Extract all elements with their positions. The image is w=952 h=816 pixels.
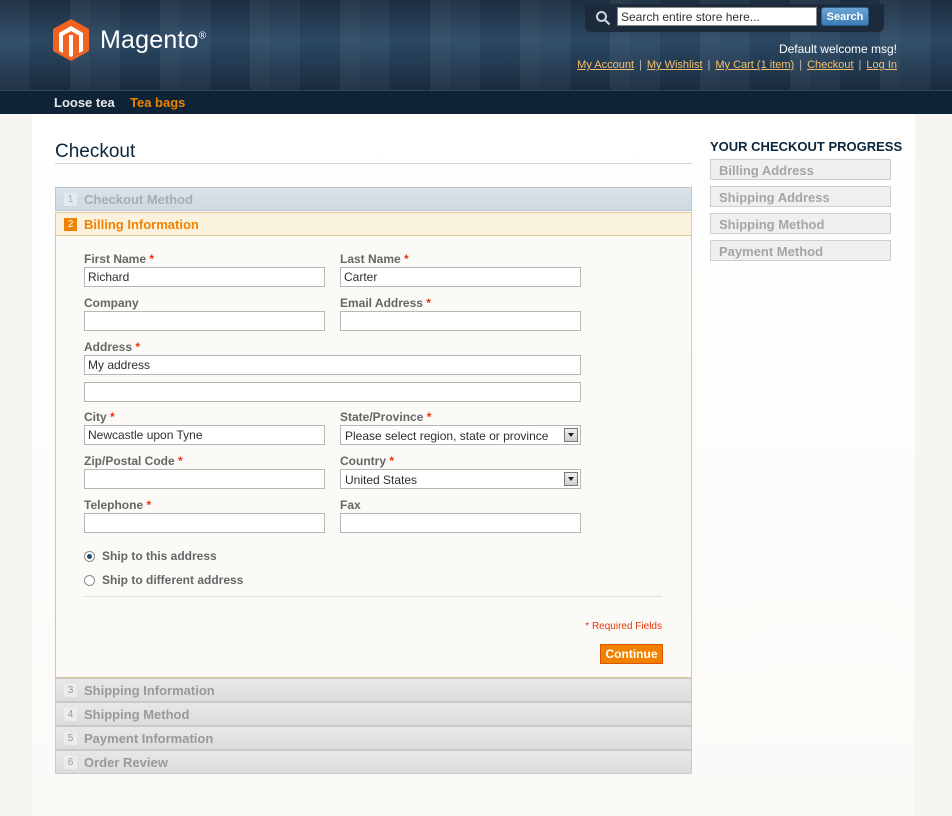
required-fields-note: * Required Fields <box>585 621 662 632</box>
checkout-link[interactable]: Checkout <box>807 59 853 71</box>
step-number: 6 <box>64 756 77 769</box>
ship-different-radio[interactable] <box>84 575 95 586</box>
state-select-value: Please select region, state or province <box>345 429 549 443</box>
state-label: State/Province * <box>340 410 432 424</box>
search-form: Search <box>585 4 884 32</box>
step-label: Shipping Information <box>84 683 215 698</box>
form-divider <box>84 596 662 597</box>
main-nav: Loose tea Tea bags <box>0 90 952 114</box>
city-label: City * <box>84 410 115 424</box>
step-number: 5 <box>64 732 77 745</box>
ship-same-label[interactable]: Ship to this address <box>102 549 217 563</box>
last-name-field[interactable] <box>340 267 581 287</box>
country-select[interactable]: United States <box>340 469 581 489</box>
nav-item-loose-tea[interactable]: Loose tea <box>54 95 115 110</box>
email-field[interactable] <box>340 311 581 331</box>
progress-shipping-address: Shipping Address <box>710 186 891 207</box>
site-header: Magento® Search Default welcome msg! My … <box>0 0 952 90</box>
address-line-2-field[interactable] <box>84 382 581 402</box>
top-links: My Account | My Wishlist | My Cart (1 item) |… <box>577 59 897 71</box>
step-shipping-method[interactable]: 4 Shipping Method <box>55 702 692 726</box>
step-checkout-method[interactable]: 1 Checkout Method <box>55 187 692 211</box>
fax-field[interactable] <box>340 513 581 533</box>
welcome-message: Default welcome msg! <box>778 42 897 56</box>
country-label: Country * <box>340 454 395 468</box>
first-name-label: First Name * <box>84 252 155 266</box>
zip-label: Zip/Postal Code * <box>84 454 183 468</box>
fax-label: Fax <box>340 498 361 512</box>
state-select[interactable]: Please select region, state or province <box>340 425 581 445</box>
search-input[interactable] <box>617 7 817 26</box>
checkout-progress-title: YOUR CHECKOUT PROGRESS <box>710 139 903 154</box>
first-name-field[interactable] <box>84 267 325 287</box>
city-field[interactable] <box>84 425 325 445</box>
chevron-down-icon[interactable] <box>564 472 578 486</box>
continue-button[interactable]: Continue <box>600 644 663 664</box>
address-line-1-field[interactable] <box>84 355 581 375</box>
chevron-down-icon[interactable] <box>564 428 578 442</box>
country-select-value: United States <box>345 473 418 487</box>
step-number: 3 <box>64 684 77 697</box>
step-payment-information[interactable]: 5 Payment Information <box>55 726 692 750</box>
my-account-link[interactable]: My Account <box>577 59 634 71</box>
zip-field[interactable] <box>84 469 325 489</box>
progress-billing-address: Billing Address <box>710 159 891 180</box>
title-divider <box>55 163 692 164</box>
step-number: 4 <box>64 708 77 721</box>
ship-different-label[interactable]: Ship to different address <box>102 573 243 587</box>
telephone-label: Telephone * <box>84 498 152 512</box>
progress-shipping-method: Shipping Method <box>710 213 891 234</box>
search-icon <box>596 11 611 26</box>
company-label: Company <box>84 296 139 310</box>
log-in-link[interactable]: Log In <box>866 59 897 71</box>
my-wishlist-link[interactable]: My Wishlist <box>647 59 703 71</box>
progress-payment-method: Payment Method <box>710 240 891 261</box>
email-label: Email Address * <box>340 296 431 310</box>
step-number: 2 <box>64 218 77 231</box>
address-label: Address * <box>84 340 141 354</box>
telephone-field[interactable] <box>84 513 325 533</box>
step-label: Checkout Method <box>84 192 194 207</box>
page-margin-right <box>915 114 952 816</box>
step-billing-information[interactable]: 2 Billing Information <box>55 212 692 236</box>
step-shipping-information[interactable]: 3 Shipping Information <box>55 678 692 702</box>
page-margin-left <box>0 114 32 816</box>
step-number: 1 <box>64 193 77 206</box>
search-button[interactable]: Search <box>821 7 869 26</box>
last-name-label: Last Name * <box>340 252 409 266</box>
step-label: Shipping Method <box>84 707 190 722</box>
step-order-review[interactable]: 6 Order Review <box>55 750 692 774</box>
my-cart-link[interactable]: My Cart (1 item) <box>715 59 794 71</box>
company-field[interactable] <box>84 311 325 331</box>
step-label: Order Review <box>84 755 168 770</box>
page-title: Checkout <box>55 141 136 162</box>
magento-logo-icon <box>53 19 89 61</box>
step-label: Billing Information <box>84 217 199 232</box>
ship-same-radio[interactable] <box>84 551 95 562</box>
logo[interactable]: Magento® <box>52 18 206 62</box>
logo-text: Magento® <box>100 25 207 54</box>
step-label: Payment Information <box>84 731 214 746</box>
nav-item-tea-bags[interactable]: Tea bags <box>130 95 185 110</box>
